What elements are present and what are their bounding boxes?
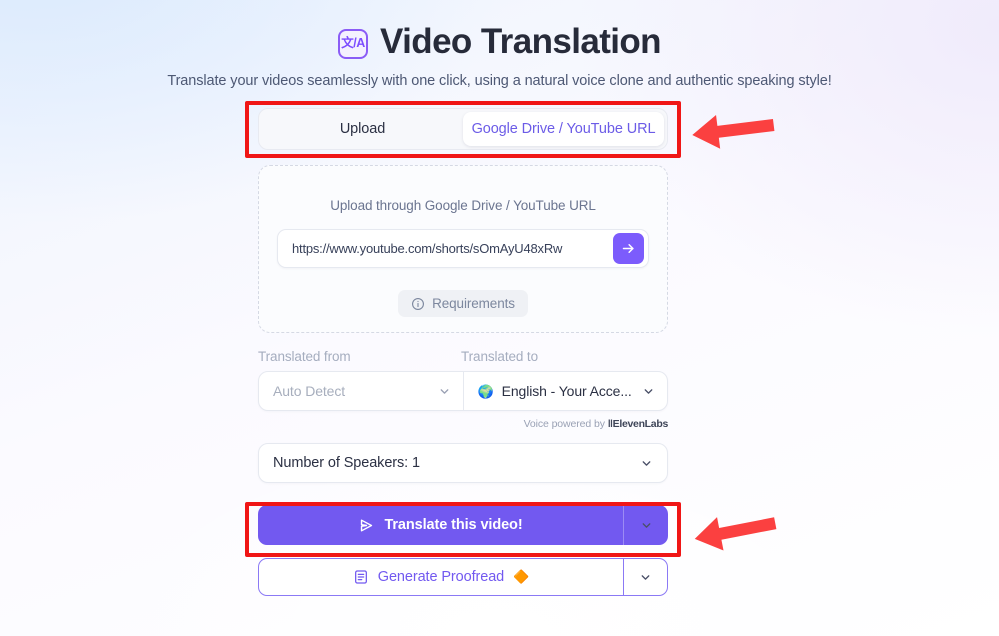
- tab-url-label: Google Drive / YouTube URL: [471, 121, 656, 137]
- translated-from-value: Auto Detect: [273, 383, 346, 399]
- chevron-down-icon: [641, 574, 650, 580]
- chevron-down-icon: [642, 460, 651, 466]
- title-row: 文/A Video Translation: [0, 22, 999, 62]
- translate-icon-glyph: 文/A: [341, 36, 365, 51]
- video-translation-page: 文/A Video Translation Translate your vid…: [0, 0, 999, 636]
- language-selectors: Auto Detect 🌍 English - Your Acce...: [258, 371, 668, 411]
- tab-google-drive-youtube-url[interactable]: Google Drive / YouTube URL: [463, 112, 664, 146]
- voice-powered-by: Voice powered by ‖ElevenLabs: [258, 418, 669, 430]
- tab-upload-label: Upload: [339, 121, 386, 137]
- chevron-down-icon: [440, 388, 448, 394]
- translated-to-value: English - Your Acce...: [501, 383, 632, 399]
- requirements-button[interactable]: Requirements: [398, 290, 528, 317]
- url-submit-button[interactable]: [613, 233, 644, 264]
- voice-powered-prefix: Voice powered by: [523, 418, 605, 430]
- translated-from-label: Translated from: [258, 349, 351, 364]
- elevenlabs-brand: ‖ElevenLabs: [607, 418, 669, 430]
- translate-button-label: Translate this video!: [384, 517, 523, 533]
- tab-upload[interactable]: Upload: [262, 112, 463, 146]
- chevron-down-icon: [644, 388, 653, 394]
- translate-icon: 文/A: [338, 28, 369, 59]
- translated-from-select[interactable]: Auto Detect: [259, 372, 464, 410]
- translate-button-group: Translate this video!: [258, 505, 668, 545]
- globe-icon: 🌍: [477, 383, 494, 399]
- translate-options-dropdown[interactable]: [623, 505, 668, 545]
- annotation-arrow-to-translate-button: [694, 517, 777, 551]
- document-icon: [354, 570, 367, 584]
- translate-this-video-button[interactable]: Translate this video!: [258, 505, 623, 545]
- requirements-label: Requirements: [432, 296, 515, 311]
- premium-badge-icon: 🔶: [513, 569, 530, 584]
- translated-to-select[interactable]: 🌍 English - Your Acce...: [464, 372, 668, 410]
- info-circle-icon: [412, 297, 425, 310]
- page-title: Video Translation: [380, 22, 662, 61]
- proofread-button-group: Generate Proofread 🔶: [258, 558, 668, 596]
- language-labels: Translated from Translated to: [258, 349, 668, 364]
- main-column: Upload Google Drive / YouTube URL Upload…: [258, 108, 668, 596]
- chevron-down-icon: [642, 522, 650, 528]
- number-of-speakers-label: Number of Speakers: 1: [273, 455, 420, 471]
- generate-proofread-button[interactable]: Generate Proofread 🔶: [259, 559, 623, 595]
- page-header: 文/A Video Translation Translate your vid…: [0, 22, 999, 89]
- url-input-row: [277, 229, 649, 268]
- proofread-options-dropdown[interactable]: [623, 559, 667, 595]
- proofread-button-label: Generate Proofread: [377, 569, 505, 585]
- translated-to-label: Translated to: [461, 349, 538, 364]
- upload-hint: Upload through Google Drive / YouTube UR…: [330, 198, 596, 213]
- arrow-right-icon: [622, 244, 634, 253]
- page-subtitle: Translate your videos seamlessly with on…: [167, 73, 832, 89]
- number-of-speakers-select[interactable]: Number of Speakers: 1: [258, 443, 668, 483]
- annotation-arrow-to-tab-switcher: [692, 114, 775, 149]
- send-play-icon: [361, 518, 373, 532]
- upload-panel: Upload through Google Drive / YouTube UR…: [258, 165, 668, 333]
- source-tab-switcher: Upload Google Drive / YouTube URL: [258, 108, 668, 150]
- url-input[interactable]: [278, 241, 613, 256]
